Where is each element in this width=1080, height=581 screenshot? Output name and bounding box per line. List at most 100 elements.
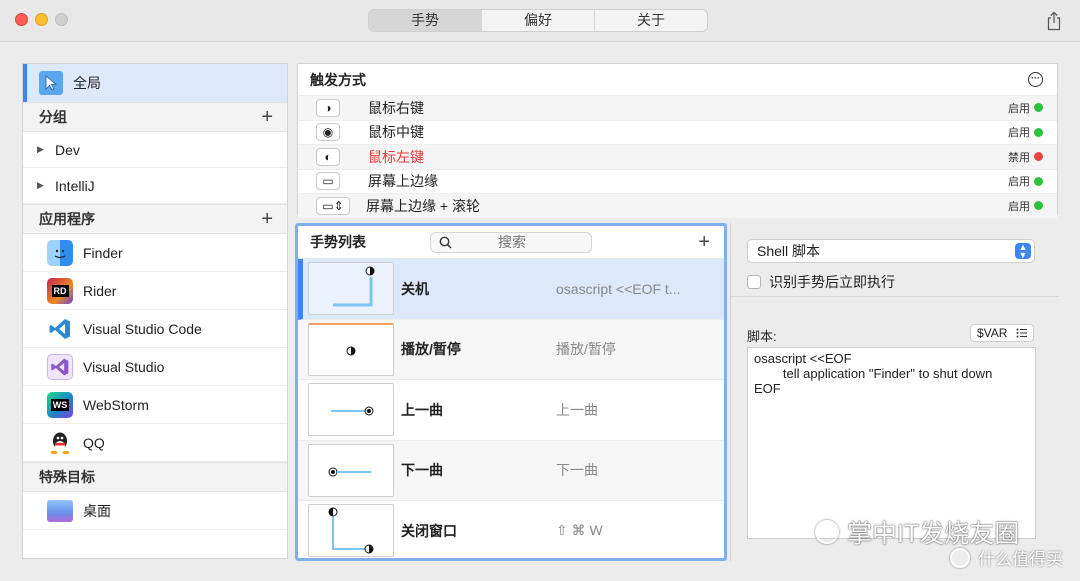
app-label: WebStorm: [83, 396, 149, 413]
gesture-list-header: 手势列表 +: [298, 226, 724, 259]
sidebar-item-finder[interactable]: Finder: [23, 234, 287, 272]
sidebar-item-desktop[interactable]: 桌面: [23, 492, 287, 530]
trigger-icon: ▭: [316, 172, 340, 191]
action-type-select[interactable]: Shell 脚本 ▲ ▼: [747, 239, 1035, 263]
gesture-list-title: 手势列表: [310, 234, 366, 250]
trigger-icon: ▭⇕: [316, 196, 350, 215]
checkbox-label: 识别手势后立即执行: [769, 274, 895, 290]
section-title: 特殊目标: [39, 469, 95, 485]
wechat-logo-icon: [815, 520, 839, 544]
gesture-row-next-track[interactable]: 下一曲 下一曲: [298, 440, 724, 501]
gesture-command: 上一曲: [556, 401, 598, 418]
execute-immediately-row[interactable]: 识别手势后立即执行: [747, 272, 895, 292]
title-bar: 手势 偏好 关于: [0, 0, 1080, 42]
sidebar-item-label: 全局: [73, 75, 101, 91]
group-label: IntelliJ: [55, 177, 95, 194]
search-icon: [439, 236, 452, 249]
share-icon[interactable]: [1046, 11, 1062, 31]
list-icon: [1016, 328, 1027, 338]
add-gesture-button[interactable]: +: [698, 232, 710, 252]
minimize-window-button[interactable]: [35, 13, 48, 26]
gesture-name: 下一曲: [401, 462, 443, 479]
execute-immediately-checkbox[interactable]: [747, 275, 761, 289]
close-window-button[interactable]: [15, 13, 28, 26]
gesture-row-close-window[interactable]: 关闭窗口 ⇧ ⌘ W: [298, 501, 724, 558]
app-sidebar: 全局 分组 + ▶ Dev ▶ IntelliJ 应用程序 + Finder R…: [22, 63, 288, 559]
variable-button-label: $VAR: [977, 326, 1008, 340]
trigger-status[interactable]: 启用: [1008, 124, 1030, 140]
group-label: Dev: [55, 141, 80, 158]
status-dot-icon: [1034, 176, 1043, 186]
gesture-command: 播放/暂停: [556, 341, 616, 358]
rider-icon: RD: [47, 277, 73, 304]
sidebar-item-qq[interactable]: QQ: [23, 424, 287, 462]
trigger-row[interactable]: ▭ 屏幕上边缘 启用: [298, 168, 1057, 194]
app-label: Visual Studio: [83, 358, 165, 375]
action-panel: Shell 脚本 ▲ ▼ 识别手势后立即执行 脚本: $VAR osascript…: [730, 223, 1059, 561]
trigger-panel: 触发方式 ··· ◑ 鼠标右键 启用 ◉ 鼠标中键 启用 ◐ 鼠标左键 禁用 ▭ 屏幕上边缘 启用 ▭⇕…: [297, 63, 1058, 218]
gesture-thumbnail: [308, 443, 394, 497]
desktop-icon: [47, 499, 73, 522]
select-chevron-icon: ▲ ▼: [1015, 243, 1031, 260]
gesture-thumbnail: [308, 322, 394, 376]
status-dot-icon: [1034, 103, 1043, 113]
script-editor[interactable]: osascript <<EOF tell application "Finder…: [747, 347, 1036, 539]
trigger-row[interactable]: ◐ 鼠标左键 禁用: [298, 144, 1057, 169]
trigger-label: 屏幕上边缘 + 滚轮: [366, 197, 480, 214]
add-group-button[interactable]: +: [261, 107, 273, 127]
watermark-site-text: 什么值得买: [978, 550, 1063, 569]
variable-insert-button[interactable]: $VAR: [970, 324, 1034, 342]
trigger-status[interactable]: 启用: [1008, 100, 1030, 116]
trigger-status[interactable]: 启用: [1008, 198, 1030, 214]
sidebar-item-rider[interactable]: RD Rider: [23, 272, 287, 310]
gesture-command: ⇧ ⌘ W: [556, 522, 603, 539]
app-label: 桌面: [83, 502, 111, 519]
trigger-label: 鼠标左键: [368, 148, 424, 165]
sidebar-item-vscode[interactable]: Visual Studio Code: [23, 310, 287, 348]
more-options-icon[interactable]: ···: [1028, 72, 1043, 87]
sidebar-item-group-dev[interactable]: ▶ Dev: [23, 132, 287, 168]
gesture-row-play-pause[interactable]: 播放/暂停 播放/暂停: [298, 319, 724, 380]
trigger-row[interactable]: ◑ 鼠标右键 启用: [298, 95, 1057, 120]
trigger-status[interactable]: 禁用: [1008, 149, 1030, 165]
gesture-search-box[interactable]: [430, 231, 592, 253]
sidebar-item-global[interactable]: 全局: [23, 64, 287, 102]
add-app-button[interactable]: +: [261, 209, 273, 229]
tab-about[interactable]: 关于: [594, 10, 707, 31]
gesture-path-icon: [333, 266, 375, 307]
disclosure-triangle-icon[interactable]: ▶: [37, 144, 55, 155]
tab-preferences[interactable]: 偏好: [481, 10, 594, 31]
gesture-path-icon: [346, 346, 356, 356]
zoom-window-button[interactable]: [55, 13, 68, 26]
trigger-row[interactable]: ▭⇕ 屏幕上边缘 + 滚轮 启用: [298, 193, 1057, 218]
main-tab-bar: 手势 偏好 关于: [368, 9, 708, 32]
gesture-row-previous-track[interactable]: 上一曲 上一曲: [298, 380, 724, 441]
gesture-list-panel: 手势列表 + 关机 osascript <<EOF t... 播放/暂停 播放/…: [295, 223, 727, 561]
gesture-search-input[interactable]: [452, 234, 572, 250]
visual-studio-icon: [47, 353, 73, 380]
trigger-row[interactable]: ◉ 鼠标中键 启用: [298, 119, 1057, 145]
status-dot-icon: [1034, 152, 1043, 162]
sidebar-item-group-intellij[interactable]: ▶ IntelliJ: [23, 168, 287, 204]
tab-gestures[interactable]: 手势: [369, 10, 481, 31]
divider: [731, 296, 1059, 297]
disclosure-triangle-icon[interactable]: ▶: [37, 180, 55, 191]
gesture-command: 下一曲: [556, 462, 598, 479]
gesture-command: osascript <<EOF t...: [556, 280, 681, 297]
special-targets-section-header: 特殊目标: [23, 462, 287, 492]
smzdm-logo-icon: [950, 547, 970, 568]
gesture-row-shutdown[interactable]: 关机 osascript <<EOF t...: [298, 259, 724, 320]
trigger-title: 触发方式: [310, 71, 366, 88]
trigger-header: 触发方式 ···: [298, 64, 1057, 95]
trigger-status[interactable]: 启用: [1008, 173, 1030, 189]
trigger-icon: ◉: [316, 123, 340, 142]
trigger-icon: ◐: [316, 147, 340, 166]
gesture-name: 播放/暂停: [401, 341, 461, 358]
apps-section-header: 应用程序 +: [23, 204, 287, 234]
groups-section-header: 分组 +: [23, 102, 287, 132]
gesture-name: 关机: [401, 280, 429, 297]
trigger-label: 鼠标中键: [368, 124, 424, 141]
gesture-name: 上一曲: [401, 401, 443, 418]
sidebar-item-visual-studio[interactable]: Visual Studio: [23, 348, 287, 386]
sidebar-item-webstorm[interactable]: WS WebStorm: [23, 386, 287, 424]
